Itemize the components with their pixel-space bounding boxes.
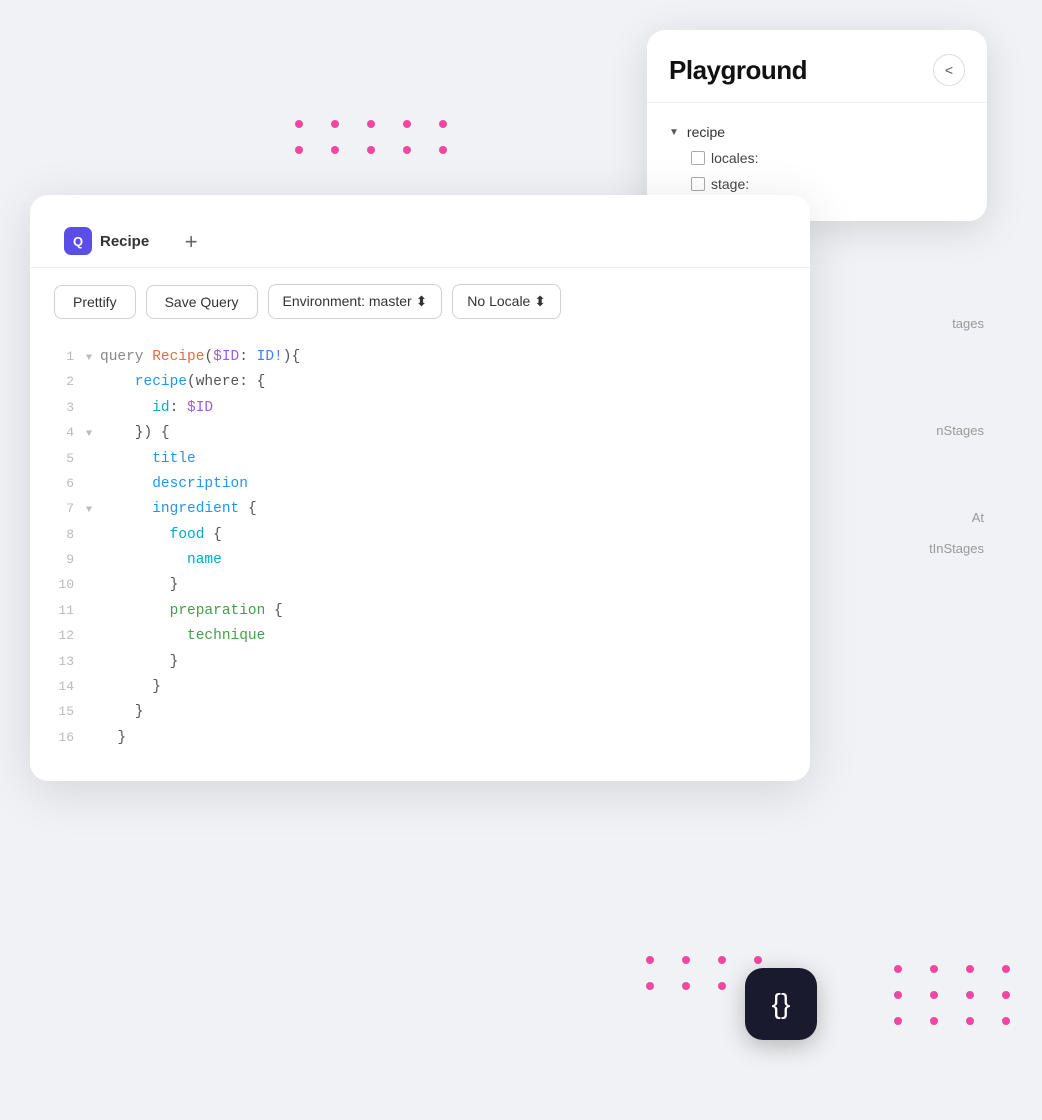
right-label-1: tages xyxy=(929,310,984,337)
right-label-2: nStages xyxy=(929,417,984,444)
playground-tree: ▼ recipe locales: stage: xyxy=(647,103,987,197)
prettify-button[interactable]: Prettify xyxy=(54,285,136,319)
tree-child-stage: stage: xyxy=(669,171,965,197)
tab-label: Recipe xyxy=(100,233,149,250)
tree-root-label: recipe xyxy=(687,124,725,140)
right-label-3: At xyxy=(929,504,984,531)
right-sidebar-labels: tages nStages At tInStages xyxy=(929,310,984,562)
locale-label: No Locale ⬍ xyxy=(467,293,546,310)
code-line-6: 6 description xyxy=(30,472,810,497)
code-line-14: 14 } xyxy=(30,675,810,700)
locales-checkbox[interactable] xyxy=(691,151,705,165)
code-line-5: 5 title xyxy=(30,447,810,472)
playground-header: Playground < xyxy=(647,54,987,103)
tree-arrow-icon: ▼ xyxy=(669,127,679,138)
playground-close-button[interactable]: < xyxy=(933,54,965,86)
environment-select[interactable]: Environment: master ⬍ xyxy=(268,284,443,319)
code-line-4: 4 ▼ }) { xyxy=(30,421,810,446)
code-editor[interactable]: 1 ▼ query Recipe($ID: ID!){ 2 recipe(whe… xyxy=(30,335,810,781)
dot-grid-bottomright xyxy=(894,965,1020,1025)
dot-grid-topleft xyxy=(295,120,457,154)
save-query-button[interactable]: Save Query xyxy=(146,285,258,319)
editor-panel: Q Recipe + Prettify Save Query Environme… xyxy=(30,195,810,781)
tab-recipe[interactable]: Q Recipe xyxy=(54,217,165,267)
graphql-icon: {} xyxy=(772,988,791,1020)
code-line-15: 15 } xyxy=(30,700,810,725)
code-line-9: 9 name xyxy=(30,548,810,573)
code-line-7: 7 ▼ ingredient { xyxy=(30,497,810,522)
environment-label: Environment: master ⬍ xyxy=(283,293,428,310)
code-line-3: 3 id: $ID xyxy=(30,396,810,421)
stage-checkbox[interactable] xyxy=(691,177,705,191)
code-line-12: 12 technique xyxy=(30,624,810,649)
editor-toolbar: Prettify Save Query Environment: master … xyxy=(30,268,810,335)
code-line-13: 13 } xyxy=(30,650,810,675)
tree-locales-label: locales: xyxy=(711,150,758,166)
editor-tabs: Q Recipe + xyxy=(30,195,810,268)
code-line-1: 1 ▼ query Recipe($ID: ID!){ xyxy=(30,345,810,370)
code-line-10: 10 } xyxy=(30,573,810,598)
code-line-2: 2 recipe(where: { xyxy=(30,370,810,395)
locale-select[interactable]: No Locale ⬍ xyxy=(452,284,561,319)
playground-title: Playground xyxy=(669,55,807,86)
right-label-4: tInStages xyxy=(929,535,984,562)
tree-root: ▼ recipe xyxy=(669,119,965,145)
tree-stage-label: stage: xyxy=(711,176,749,192)
code-line-8: 8 food { xyxy=(30,523,810,548)
code-line-11: 11 preparation { xyxy=(30,599,810,624)
add-tab-button[interactable]: + xyxy=(175,226,207,258)
playground-panel: Playground < ▼ recipe locales: stage: xyxy=(647,30,987,221)
tree-child-locales: locales: xyxy=(669,145,965,171)
graphql-icon-button[interactable]: {} xyxy=(745,968,817,1040)
code-line-16: 16 } xyxy=(30,726,810,751)
tab-icon: Q xyxy=(64,227,92,255)
